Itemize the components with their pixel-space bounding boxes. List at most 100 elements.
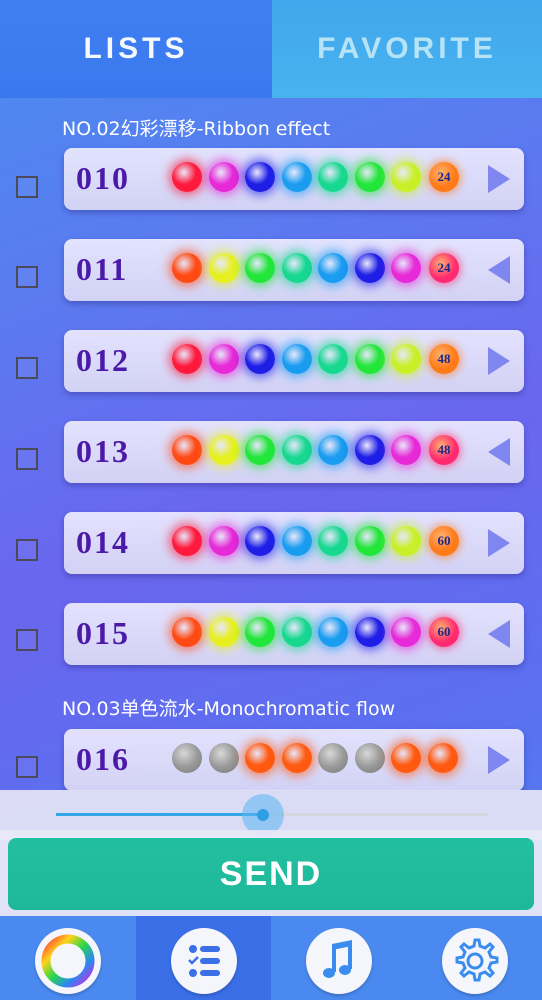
speed-badge: 48 — [429, 344, 459, 374]
color-dot — [318, 162, 348, 192]
effect-card[interactable]: 010 24 — [64, 148, 524, 210]
row-checkbox[interactable] — [16, 176, 38, 198]
row-checkbox[interactable] — [16, 756, 38, 778]
color-wheel-icon — [41, 934, 95, 988]
effect-number: 014 — [76, 524, 130, 560]
color-dot — [208, 435, 239, 465]
speed-badge: 24 — [429, 253, 459, 283]
color-dot — [172, 617, 202, 647]
color-dot — [281, 435, 312, 465]
color-dot — [354, 435, 385, 465]
row-checkbox[interactable] — [16, 539, 38, 561]
effect-card[interactable]: 013 48 — [64, 421, 524, 483]
color-dot — [318, 435, 348, 465]
slider-fill — [56, 813, 264, 816]
play-right-icon[interactable] — [486, 527, 512, 559]
color-dot — [172, 743, 202, 773]
color-dot — [208, 162, 239, 192]
settings-gear-icon — [455, 938, 498, 982]
nav-circle — [306, 928, 372, 994]
row-checkbox[interactable] — [16, 266, 38, 288]
nav-circle — [35, 928, 101, 994]
play-right-icon[interactable] — [486, 163, 512, 195]
color-dot — [208, 253, 239, 283]
color-dot — [245, 435, 275, 465]
color-dot — [354, 743, 385, 773]
color-dot — [318, 526, 348, 556]
color-dot — [391, 162, 421, 192]
color-dot — [427, 743, 458, 773]
nav-item-music[interactable] — [271, 916, 407, 1000]
color-dot — [208, 344, 239, 374]
nav-item-settings[interactable] — [406, 916, 542, 1000]
color-dot — [281, 344, 312, 374]
color-dot — [208, 743, 239, 773]
row-checkbox[interactable] — [16, 357, 38, 379]
effect-card[interactable]: 011 24 — [64, 239, 524, 301]
list-icon — [187, 945, 220, 977]
color-dot — [391, 435, 421, 465]
color-dot — [354, 253, 385, 283]
nav-item-colors[interactable] — [0, 916, 136, 1000]
top-tab-bar: LISTS FAVORITE — [0, 0, 542, 98]
play-left-icon[interactable] — [486, 254, 512, 286]
effect-card[interactable]: 014 60 — [64, 512, 524, 574]
effect-number: 012 — [76, 342, 130, 378]
effect-number: 011 — [76, 251, 129, 287]
color-dot — [245, 526, 275, 556]
color-dot — [245, 162, 275, 192]
color-dot — [172, 526, 202, 556]
color-dot — [172, 253, 202, 283]
effect-card[interactable]: 016 — [64, 729, 524, 791]
color-dot — [172, 344, 202, 374]
color-dot — [245, 253, 275, 283]
tab-favorite[interactable]: FAVORITE — [272, 0, 542, 98]
play-right-icon[interactable] — [486, 744, 512, 776]
color-dot — [354, 162, 385, 192]
color-dot — [354, 344, 385, 374]
color-dot — [281, 253, 312, 283]
speed-badge: 60 — [429, 526, 459, 556]
color-dot — [318, 617, 348, 647]
effect-number: 016 — [76, 741, 130, 777]
color-dot — [354, 526, 385, 556]
send-button[interactable]: SEND — [8, 838, 534, 910]
nav-circle — [170, 928, 237, 994]
color-dot — [208, 526, 239, 556]
color-dot — [281, 526, 312, 556]
color-dot — [208, 617, 239, 647]
effect-number: 013 — [76, 433, 130, 469]
color-dot — [245, 344, 275, 374]
effect-card[interactable]: 015 60 — [64, 603, 524, 665]
music-note-icon — [323, 940, 352, 978]
color-dot — [354, 617, 385, 647]
speed-badge: 48 — [429, 435, 459, 465]
color-dot — [318, 344, 348, 374]
play-left-icon[interactable] — [486, 436, 512, 468]
bottom-nav — [0, 916, 542, 1000]
nav-circle — [441, 928, 508, 994]
play-right-icon[interactable] — [486, 345, 512, 377]
row-checkbox[interactable] — [16, 629, 38, 651]
color-dot — [391, 526, 421, 556]
color-dot — [281, 162, 312, 192]
color-dot — [172, 435, 202, 465]
color-dot — [172, 162, 202, 192]
effect-number: 010 — [76, 160, 130, 196]
color-dot — [281, 617, 312, 647]
color-dot — [245, 617, 275, 647]
speed-badge: 60 — [429, 617, 459, 647]
nav-item-lists[interactable] — [135, 916, 271, 1000]
effect-number: 015 — [76, 615, 130, 651]
color-dot — [391, 344, 421, 374]
section-label-ribbon-effect: NO.02幻彩漂移-Ribbon effect — [62, 118, 331, 140]
section-label-monochromatic-flow: NO.03单色流水-Monochromatic flow — [62, 698, 396, 720]
effect-card[interactable]: 012 48 — [64, 330, 524, 392]
color-dot — [281, 743, 312, 773]
play-left-icon[interactable] — [486, 618, 512, 650]
tab-lists[interactable]: LISTS — [0, 0, 272, 98]
speed-badge: 24 — [429, 162, 459, 192]
row-checkbox[interactable] — [16, 448, 38, 470]
color-dot — [245, 743, 275, 773]
color-dot — [391, 253, 421, 283]
